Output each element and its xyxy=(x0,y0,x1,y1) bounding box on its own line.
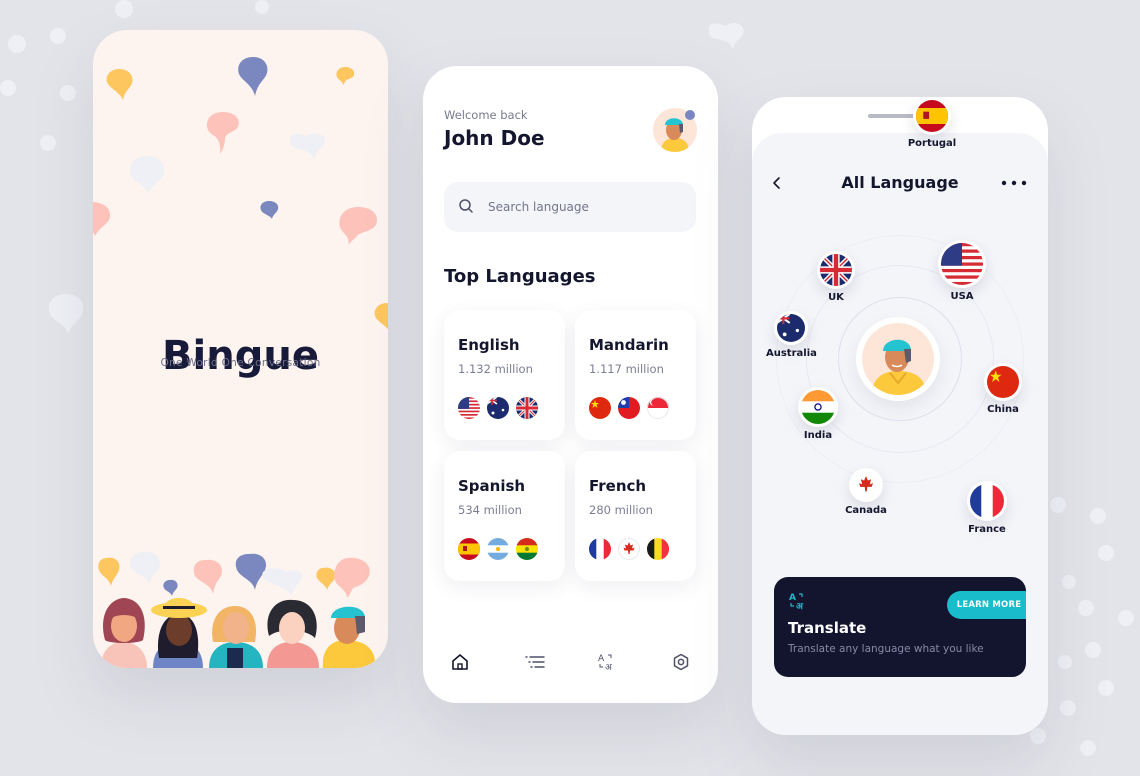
user-avatar-center[interactable] xyxy=(856,317,940,401)
language-name: Spanish xyxy=(458,477,526,495)
india-flag-icon xyxy=(801,390,835,424)
country-name: India xyxy=(803,430,833,441)
uk-flag-icon xyxy=(516,397,538,419)
user-name: John Doe xyxy=(444,126,545,150)
country-name: UK xyxy=(828,292,844,303)
us-flag-icon xyxy=(458,397,480,419)
country-canada[interactable]: Canada xyxy=(844,468,888,516)
canada-flag-icon xyxy=(852,471,880,499)
splash-screen: Bingue One World One Conversation xyxy=(93,30,388,668)
speaker-count: 1.117 million xyxy=(589,362,664,376)
belgium-flag-icon xyxy=(647,538,669,560)
country-china[interactable]: China xyxy=(982,363,1024,415)
search-input[interactable] xyxy=(488,182,688,232)
people-illustration xyxy=(98,551,376,668)
country-portugal[interactable]: Portugal xyxy=(907,97,957,149)
china-flag-icon xyxy=(987,366,1019,398)
country-name: Portugal xyxy=(907,138,957,149)
spain-flag-icon xyxy=(916,100,948,132)
country-name: USA xyxy=(950,291,974,302)
france-flag-icon xyxy=(589,538,611,560)
australia-flag-icon xyxy=(777,314,805,342)
country-australia[interactable]: Australia xyxy=(766,311,817,359)
speaker-count: 280 million xyxy=(589,503,653,517)
welcome-text: Welcome back xyxy=(444,108,528,122)
translate-icon: Aअ xyxy=(789,593,804,611)
home-screen: Welcome back John Doe Top Languages Engl… xyxy=(423,66,718,703)
language-card-french[interactable]: French 280 million xyxy=(575,451,696,581)
spain-flag-icon xyxy=(458,538,480,560)
svg-text:A: A xyxy=(789,593,796,603)
uk-flag-icon xyxy=(820,254,852,286)
speaker-count: 534 million xyxy=(458,503,522,517)
speaker-count: 1.132 million xyxy=(458,362,533,376)
nav-home-button[interactable] xyxy=(447,649,473,675)
app-logo: Bingue xyxy=(162,333,319,379)
svg-text:A: A xyxy=(598,654,605,664)
learn-more-button[interactable]: LEARN MORE xyxy=(947,591,1026,619)
search-icon xyxy=(459,199,473,213)
translate-icon: Aअ xyxy=(598,654,613,672)
country-name: Australia xyxy=(766,348,817,359)
app-tagline: One World One Conversation xyxy=(160,357,321,369)
bolivia-flag-icon xyxy=(516,538,538,560)
canada-flag-icon xyxy=(618,538,640,560)
language-name: English xyxy=(458,336,520,354)
svg-text:अ: अ xyxy=(796,602,804,611)
country-name: Canada xyxy=(845,505,887,516)
language-name: French xyxy=(589,477,647,495)
language-card-spanish[interactable]: Spanish 534 million xyxy=(444,451,565,581)
taiwan-flag-icon xyxy=(618,397,640,419)
australia-flag-icon xyxy=(487,397,509,419)
translate-promo-card: Aअ Translate Translate any language what… xyxy=(774,577,1026,677)
promo-title: Translate xyxy=(788,619,867,637)
language-card-mandarin[interactable]: Mandarin 1.117 million xyxy=(575,310,696,440)
france-flag-icon xyxy=(970,484,1004,518)
nav-list-button[interactable] xyxy=(522,649,548,675)
singapore-flag-icon xyxy=(647,397,669,419)
country-name: China xyxy=(987,404,1019,415)
country-name: France xyxy=(968,524,1006,535)
nav-settings-button[interactable] xyxy=(668,649,694,675)
svg-text:अ: अ xyxy=(605,663,613,672)
promo-subtitle: Translate any language what you like xyxy=(788,643,984,655)
home-icon xyxy=(452,654,468,670)
avatar-illustration-icon xyxy=(872,339,926,395)
language-card-english[interactable]: English 1.132 million xyxy=(444,310,565,440)
country-india[interactable]: India xyxy=(798,387,838,441)
nav-translate-button[interactable]: Aअ xyxy=(594,649,620,675)
search-bar[interactable] xyxy=(444,182,696,232)
argentina-flag-icon xyxy=(487,538,509,560)
language-orbit: UK USA Australia China India Portugal Ca… xyxy=(752,97,1048,637)
language-name: Mandarin xyxy=(589,336,669,354)
country-france[interactable]: France xyxy=(967,481,1007,535)
settings-icon xyxy=(673,653,689,671)
china-flag-icon xyxy=(589,397,611,419)
list-icon xyxy=(525,656,545,668)
country-usa[interactable]: USA xyxy=(938,240,986,302)
all-language-screen: All Language UK USA Australia China Indi… xyxy=(752,97,1048,735)
us-flag-icon xyxy=(941,243,983,285)
section-title: Top Languages xyxy=(444,266,596,287)
bottom-navigation: Aअ xyxy=(423,649,718,675)
notification-dot xyxy=(685,110,695,120)
country-uk[interactable]: UK xyxy=(814,251,858,303)
